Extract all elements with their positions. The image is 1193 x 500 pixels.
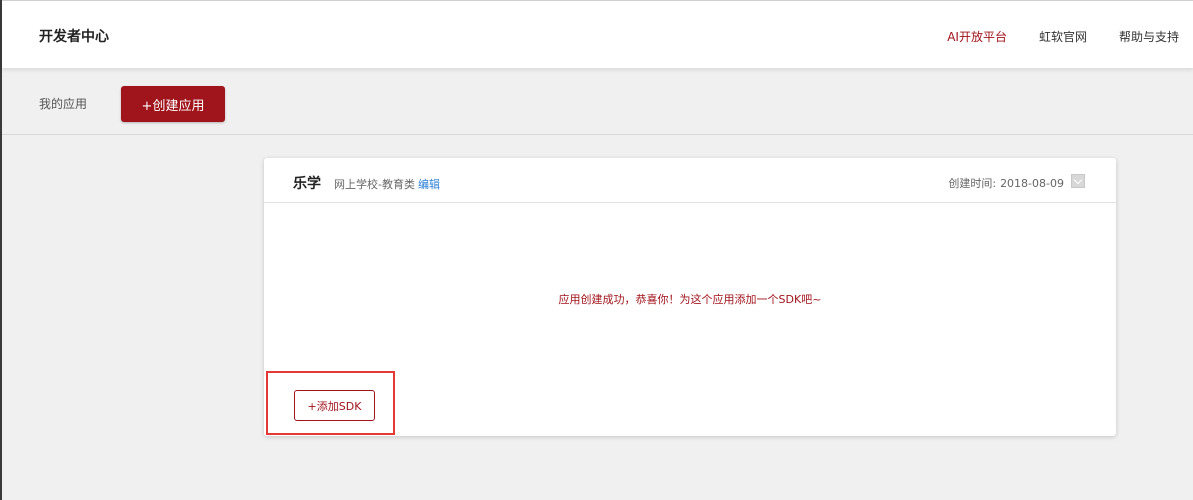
add-sdk-button[interactable]: +添加SDK [294, 390, 375, 421]
app-category: 网上学校-教育类 [334, 178, 415, 191]
page: 开发者中心 AI开放平台 虹软官网 帮助与支持 我的应用 +创建应用 乐学 网上… [0, 0, 1193, 500]
nav-ai-platform[interactable]: AI开放平台 [947, 28, 1007, 45]
app-toolbar: 我的应用 +创建应用 [2, 68, 1193, 135]
create-app-button[interactable]: +创建应用 [121, 86, 225, 122]
nav-help-support[interactable]: 帮助与支持 [1119, 28, 1179, 45]
success-message: 应用创建成功，恭喜你！为这个应用添加一个SDK吧~ [558, 293, 822, 306]
app-name: 乐学 [293, 176, 321, 192]
created-time-value: 2018-08-09 [1000, 177, 1064, 190]
top-header: 开发者中心 AI开放平台 虹软官网 帮助与支持 [2, 0, 1193, 68]
app-card: 乐学 网上学校-教育类 编辑 创建时间: 2018-08-09 应用创建成功，恭喜… [264, 158, 1116, 436]
created-time-label: 创建时间: [948, 177, 997, 190]
created-time: 创建时间: 2018-08-09 [948, 175, 1064, 191]
brand-title: 开发者中心 [39, 29, 109, 45]
chevron-down-icon[interactable] [1071, 174, 1085, 188]
top-nav: AI开放平台 虹软官网 帮助与支持 [915, 28, 1179, 45]
app-card-header: 乐学 网上学校-教育类 编辑 创建时间: 2018-08-09 [264, 158, 1116, 203]
my-apps-label: 我的应用 [39, 97, 88, 111]
edit-app-link[interactable]: 编辑 [418, 176, 440, 192]
nav-arcsoft-site[interactable]: 虹软官网 [1039, 28, 1087, 45]
